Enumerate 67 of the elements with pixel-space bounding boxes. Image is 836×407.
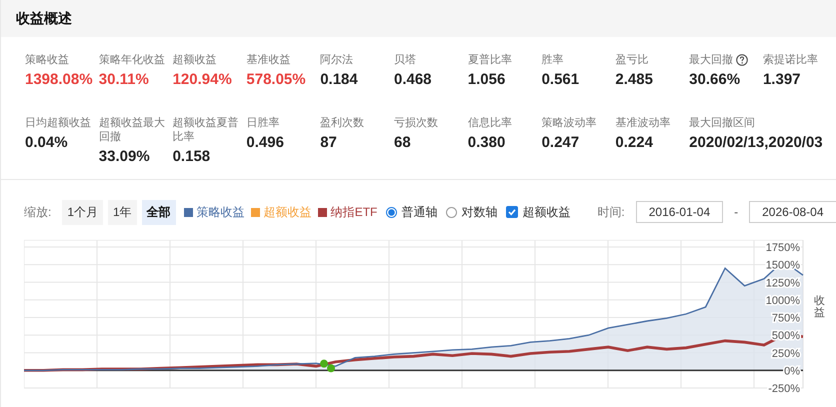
metric-value: 0.224 <box>615 134 653 152</box>
y-tick-label: 250% <box>772 348 800 360</box>
axis-radio[interactable]: 普通轴 <box>386 204 438 220</box>
date-field[interactable]: 2016-01-04 <box>636 201 724 223</box>
metric-label: 盈利次数 <box>320 116 364 130</box>
y-tick-label: 750% <box>772 312 800 325</box>
metric-value: 1398.08% <box>25 71 93 89</box>
metric-value: 87 <box>320 134 337 152</box>
metric-value: 30.66% <box>689 71 740 89</box>
metric-label: 索提诺比率 <box>762 53 818 67</box>
metric-label: 基准波动率 <box>615 116 670 130</box>
legend-label[interactable]: 纳指ETF <box>330 204 378 220</box>
metric-value: 120.94% <box>172 71 232 89</box>
metric-value: 0.247 <box>542 134 580 152</box>
y-tick-label: 1250% <box>766 277 800 290</box>
metric-label: 超额收益最大回撤 <box>98 116 166 144</box>
metric-label: 贝塔 <box>394 53 416 67</box>
metric-label: 日均超额收益 <box>25 116 91 130</box>
event-marker[interactable] <box>327 364 335 372</box>
metric-label: 信息比率 <box>468 116 512 130</box>
check-icon <box>507 207 518 217</box>
metric-value: 0.380 <box>468 134 506 152</box>
help-icon[interactable] <box>736 54 748 66</box>
metric-label: 亏损次数 <box>394 116 438 130</box>
metric-label: 策略年化收益 <box>98 53 165 67</box>
metric-label: 最大回撤区间 <box>689 116 756 130</box>
metric-label: 夏普比率 <box>468 53 512 67</box>
y-axis-title: 收益 <box>814 295 825 320</box>
panel-title: 收益概述 <box>16 10 72 28</box>
legend-label[interactable]: 策略收益 <box>196 204 245 220</box>
zoom-button[interactable]: 1年 <box>108 200 137 224</box>
metric-label: 盈亏比 <box>615 53 648 67</box>
metric-value: 30.11% <box>98 71 149 89</box>
metric-value: 33.09% <box>98 148 150 166</box>
metric-label: 最大回撤 <box>689 53 734 67</box>
zoom-button[interactable]: 1个月 <box>62 200 104 224</box>
date-field[interactable]: 2026-08-04 <box>749 201 836 223</box>
metric-value: 0.496 <box>246 134 284 152</box>
y-tick-label: -250% <box>768 383 800 395</box>
metric-value: 0.468 <box>394 71 432 89</box>
metric-label: 超额收益夏普比率 <box>172 116 240 144</box>
metric-label: 基准收益 <box>246 53 290 67</box>
metric-value: 578.05% <box>246 71 306 89</box>
axis-radio[interactable]: 对数轴 <box>446 204 498 220</box>
time-label: 时间: <box>597 204 625 220</box>
metric-label: 策略波动率 <box>542 116 597 130</box>
metric-value: 2.485 <box>615 71 653 89</box>
metric-value: 0.561 <box>542 71 580 89</box>
metric-label: 阿尔法 <box>320 53 354 67</box>
event-marker[interactable] <box>320 360 328 368</box>
date-separator: - <box>734 205 738 219</box>
excess-checkbox[interactable]: 超额收益 <box>506 204 570 220</box>
metric-label: 胜率 <box>542 53 564 67</box>
metric-value: 0.158 <box>172 148 210 166</box>
metric-value: 0.184 <box>320 71 358 89</box>
zoom-label: 缩放: <box>24 204 52 220</box>
metric-value: 1.056 <box>468 71 506 89</box>
y-tick-label: 1000% <box>766 294 800 307</box>
y-tick-label: 1750% <box>766 242 800 254</box>
zoom-button[interactable]: 全部 <box>142 200 176 224</box>
metric-value: 1.397 <box>762 71 801 89</box>
metric-value: 2020/02/13,2020/03 <box>689 134 823 152</box>
metric-value: 68 <box>394 134 411 152</box>
metric-label: 超额收益 <box>172 53 217 67</box>
metric-label: 日胜率 <box>246 116 280 130</box>
metric-label: 策略收益 <box>25 53 69 67</box>
metric-value: 0.04% <box>25 134 68 152</box>
